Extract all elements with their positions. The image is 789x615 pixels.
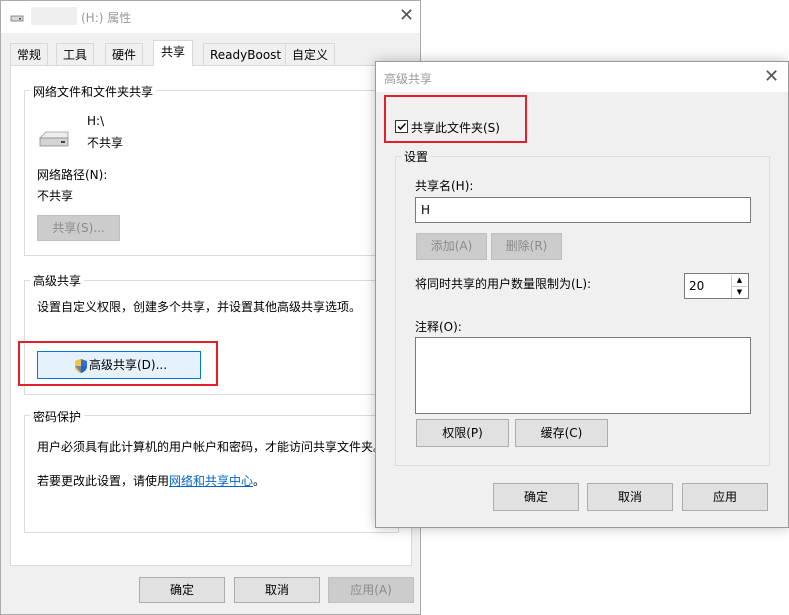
tab-general[interactable]: 常规	[10, 43, 49, 65]
share-button[interactable]: 共享(S)...	[37, 215, 120, 241]
user-limit-stepper[interactable]: 20 ▲ ▼	[684, 273, 749, 299]
advanced-share-description: 设置自定义权限，创建多个共享，并设置其他高级共享选项。	[37, 300, 362, 314]
cache-button[interactable]: 缓存(C)	[515, 419, 608, 447]
advanced-ok-button[interactable]: 确定	[493, 483, 579, 511]
tab-sharing[interactable]: 共享	[153, 40, 194, 66]
advanced-apply-button[interactable]: 应用	[682, 483, 768, 511]
props-cancel-button[interactable]: 取消	[234, 577, 320, 603]
comment-textarea[interactable]	[415, 337, 751, 414]
tab-readyboost[interactable]: ReadyBoost	[203, 43, 289, 65]
password-group-title: 密码保护	[30, 408, 85, 425]
uac-shield-icon	[75, 359, 87, 373]
advanced-titlebar: 高级共享 ✕	[376, 62, 788, 92]
share-folder-checkbox[interactable]	[395, 120, 408, 133]
advanced-share-button[interactable]: 高级共享(D)...	[37, 351, 201, 379]
advanced-share-button-label: 高级共享(D)...	[88, 358, 168, 372]
close-icon[interactable]: ✕	[399, 7, 414, 25]
user-limit-label: 将同时共享的用户数量限制为(L):	[415, 277, 592, 291]
settings-group-title: 设置	[401, 148, 432, 165]
advanced-title: 高级共享	[384, 72, 433, 86]
share-name-input[interactable]: H	[415, 197, 751, 223]
properties-title: (H:) 属性	[81, 11, 132, 25]
drive-small-icon	[10, 15, 24, 22]
advanced-sharing-dialog: 高级共享 ✕ 共享此文件夹(S) 设置 共享名(H): H 添加(A) 删除(R…	[375, 61, 789, 528]
stepper-down-icon[interactable]: ▼	[731, 286, 747, 298]
drive-share-status: 不共享	[87, 136, 124, 150]
network-center-link[interactable]: 网络和共享中心	[169, 474, 253, 488]
advanced-share-group-title: 高级共享	[30, 272, 85, 289]
props-ok-button[interactable]: 确定	[139, 577, 225, 603]
properties-window: (H:) 属性 ✕ 常规 工具 硬件 共享 ReadyBoost 自定义 网络文…	[0, 0, 421, 615]
redacted-name	[31, 7, 77, 25]
remove-button[interactable]: 删除(R)	[491, 233, 562, 260]
password-change-text: 若要更改此设置，请使用网络和共享中心。	[37, 472, 265, 489]
share-folder-label: 共享此文件夹(S)	[411, 121, 500, 135]
permissions-button[interactable]: 权限(P)	[416, 419, 509, 447]
user-limit-value: 20	[689, 279, 705, 293]
tab-tools[interactable]: 工具	[56, 43, 95, 65]
network-path-label: 网络路径(N):	[37, 168, 108, 182]
password-change-prefix: 若要更改此设置，请使用	[37, 474, 170, 488]
drive-path: H:\	[87, 114, 105, 128]
network-path-value: 不共享	[37, 189, 74, 203]
share-name-label: 共享名(H):	[415, 179, 474, 193]
properties-titlebar: (H:) 属性 ✕	[1, 1, 420, 33]
network-share-group-title: 网络文件和文件夹共享	[30, 83, 157, 100]
checkmark-icon	[397, 122, 407, 131]
stepper-up-icon[interactable]: ▲	[731, 275, 747, 286]
tab-customize[interactable]: 自定义	[285, 43, 336, 65]
comment-label: 注释(O):	[415, 320, 462, 334]
tab-hardware[interactable]: 硬件	[105, 43, 144, 65]
add-button[interactable]: 添加(A)	[416, 233, 487, 260]
drive-icon	[39, 131, 69, 147]
password-change-suffix: 。	[253, 474, 266, 488]
advanced-cancel-button[interactable]: 取消	[587, 483, 673, 511]
advanced-close-icon[interactable]: ✕	[764, 68, 779, 86]
props-apply-button[interactable]: 应用(A)	[328, 577, 414, 603]
password-description: 用户必须具有此计算机的用户帐户和密码，才能访问共享文件夹。	[37, 440, 382, 454]
